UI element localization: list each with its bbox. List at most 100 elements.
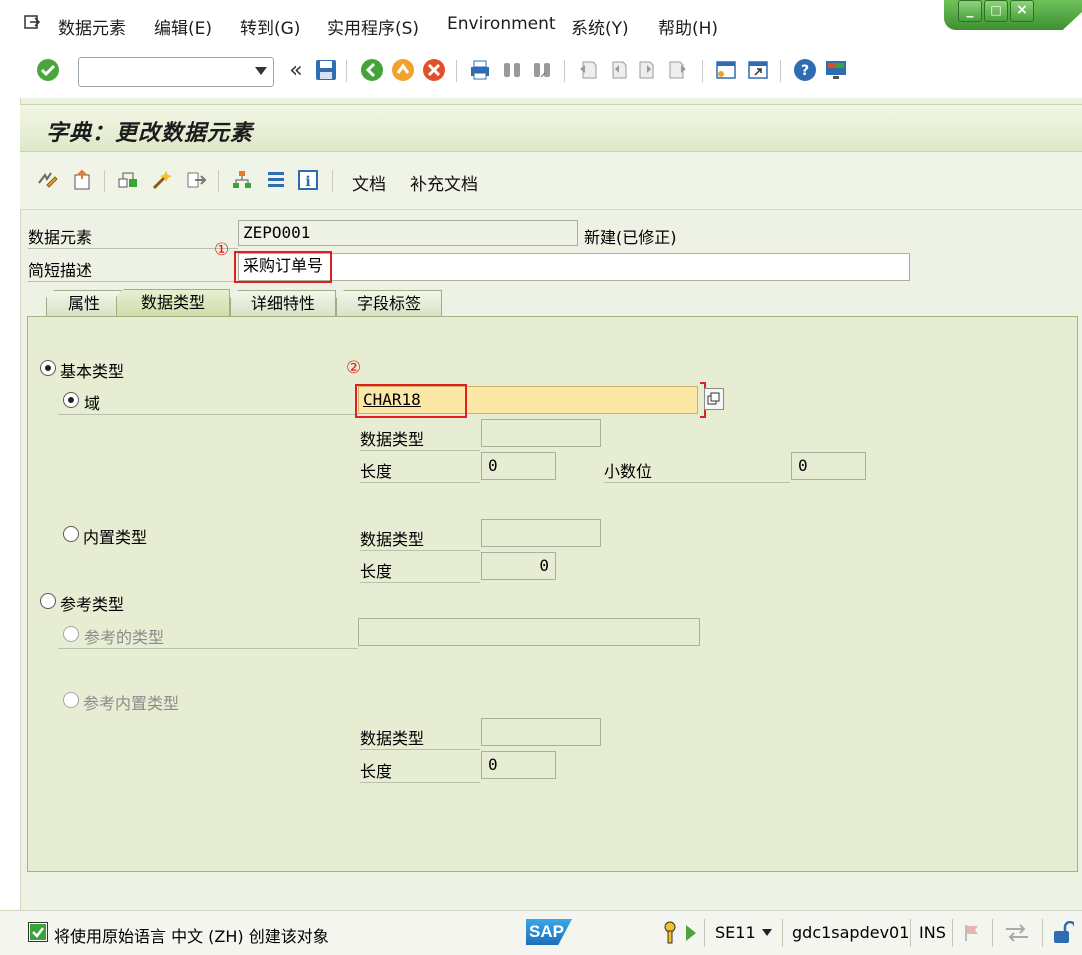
play-icon[interactable] [686,925,696,941]
menu-goto[interactable]: 转到(G) [240,14,300,39]
standard-toolbar: « ? [0,50,1082,94]
exit-icon[interactable] [391,58,415,82]
print-icon[interactable] [468,58,492,82]
svg-text:?: ? [801,63,809,79]
active-inactive-icon[interactable] [70,168,94,192]
ref-datatype-label: 数据类型 [360,725,480,750]
back-green-icon[interactable] [360,58,384,82]
status-bar: 将使用原始语言 中文 (ZH) 创建该对象 SAP SE11 gdc1sapde… [0,910,1082,955]
shortcut-icon[interactable] [746,58,770,82]
back-icon[interactable]: « [284,58,308,83]
builtin-length-label: 长度 [360,558,480,583]
help-icon[interactable]: ? [793,58,817,82]
value-help-icon[interactable] [704,388,724,410]
documentation-button[interactable]: 文档 [352,170,386,195]
decimals-field: 0 [791,452,866,480]
check-icon[interactable] [116,168,140,192]
command-field[interactable] [78,57,274,87]
ref-type-label: 参考类型 [60,595,125,614]
radio-ref-builtin[interactable] [63,692,79,708]
tab-data-type[interactable]: 数据类型 [116,289,230,317]
success-check-icon [28,922,48,942]
ref-length-field: 0 [481,751,556,779]
marker-1: ① [214,240,230,260]
status-message: 将使用原始语言 中文 (ZH) 创建该对象 [54,927,329,946]
highlight-box-2 [355,384,467,418]
transaction-code[interactable]: SE11 [715,923,756,942]
menu-system-icon[interactable] [22,12,42,32]
prev-page-icon[interactable] [606,58,630,82]
status-text: 新建(已修正) [584,228,677,247]
key-icon[interactable] [662,921,678,950]
ref-length-label: 长度 [360,758,480,783]
list-icon[interactable] [264,168,288,192]
ref-of-type-field [358,618,700,646]
supplementary-doc-button[interactable]: 补充文档 [410,170,478,195]
sap-logo: SAP [526,919,572,945]
builtin-datatype-field [481,519,601,547]
customize-icon[interactable] [824,58,848,82]
cancel-icon[interactable] [422,58,446,82]
menu-bar: 数据元素 编辑(E) 转到(G) 实用程序(S) Environment 系统(… [0,0,1082,50]
where-used-icon[interactable] [184,168,208,192]
data-element-field: ZEPO001 [238,220,578,246]
activate-icon[interactable] [150,168,174,192]
last-page-icon[interactable] [666,58,690,82]
ref-datatype-field [481,718,601,746]
data-element-label: 数据元素 [28,224,238,249]
tab-field-label[interactable]: 字段标签 [336,290,442,316]
window-controls: _ □ × [944,0,1082,30]
svg-text:i: i [305,174,310,190]
datatype-label: 数据类型 [360,426,480,451]
decimals-label: 小数位 [604,458,790,483]
basic-type-label: 基本类型 [60,362,125,381]
ref-of-type-label: 参考的类型 [58,624,358,649]
menu-edit[interactable]: 编辑(E) [154,14,212,39]
next-page-icon[interactable] [636,58,660,82]
connection-icon[interactable] [1004,923,1030,947]
application-toolbar: i 文档 补充文档 [20,152,1082,210]
menu-environment[interactable]: Environment [447,14,556,34]
chevron-down-icon[interactable] [762,929,772,936]
builtin-length-field: 0 [481,552,556,580]
radio-ref-type[interactable] [40,593,56,609]
menu-utilities[interactable]: 实用程序(S) [327,14,419,39]
minimize-icon[interactable]: _ [958,0,982,22]
lock-icon[interactable] [1052,920,1077,949]
length-field: 0 [481,452,556,480]
tab-attributes[interactable]: 属性 [46,290,122,316]
menu-data-element[interactable]: 数据元素 [58,14,126,39]
title-bar: 字典：更改数据元素 [20,104,1082,152]
display-change-icon[interactable] [36,168,60,192]
highlight-box-1 [234,251,332,283]
tab-further-characteristics[interactable]: 详细特性 [230,290,336,316]
marker-2: ② [346,358,362,378]
maximize-icon[interactable]: □ [984,0,1008,22]
page-title: 字典：更改数据元素 [46,121,254,146]
info-icon[interactable]: i [296,168,320,192]
insert-mode[interactable]: INS [919,923,946,942]
server-name: gdc1sapdev01 [792,923,910,942]
builtin-type-label: 内置类型 [83,528,148,547]
error-flag-icon [962,923,982,947]
builtin-datatype-label: 数据类型 [360,526,480,551]
menu-help[interactable]: 帮助(H) [658,14,718,39]
short-desc-label: 简短描述 [28,257,238,282]
menu-system[interactable]: 系统(Y) [571,14,629,39]
short-desc-input[interactable]: 采购订单号 [238,253,910,281]
find-icon[interactable] [500,58,524,82]
save-icon[interactable] [314,58,338,82]
domain-label: 域 [58,390,358,415]
enter-icon[interactable] [36,58,60,82]
find-next-icon[interactable] [530,58,554,82]
length-label: 长度 [360,458,480,483]
hierarchy-icon[interactable] [230,168,254,192]
new-session-icon[interactable] [714,58,738,82]
radio-basic-type[interactable] [40,360,56,376]
chevron-down-icon[interactable] [255,67,267,75]
ref-builtin-label: 参考内置类型 [83,694,180,713]
first-page-icon[interactable] [576,58,600,82]
datatype-field [481,419,601,447]
close-window-icon[interactable]: × [1010,0,1034,22]
radio-builtin-type[interactable] [63,526,79,542]
